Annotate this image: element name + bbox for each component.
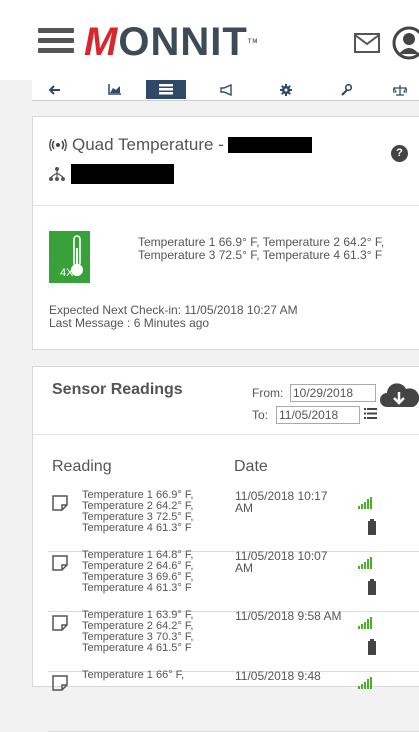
reading-line: Temperature 4 61.3° F <box>82 522 192 534</box>
signal-strength-icon <box>358 617 372 629</box>
reading-value: Temperature 1 66° F, <box>82 670 237 714</box>
panel-divider <box>33 205 419 206</box>
battery-icon <box>368 579 376 595</box>
area-chart-icon <box>108 84 121 95</box>
redacted-sensor-name <box>227 137 312 153</box>
sensor-meta: Expected Next Check-in: 11/05/2018 10:27… <box>49 304 298 330</box>
help-icon[interactable]: ? <box>391 145 408 162</box>
tab-chart[interactable] <box>95 80 135 99</box>
reading-line: Temperature 4 61.3° F <box>82 582 192 594</box>
reading-row[interactable]: Temperature 1 63.9° F, Temperature 2 64.2… <box>48 609 419 672</box>
list-icon <box>159 84 173 95</box>
readings-title: Sensor Readings <box>52 381 183 398</box>
battery-icon <box>368 519 376 535</box>
reading-date: 11/05/2018 9:58 AM <box>235 609 342 623</box>
note-icon[interactable] <box>52 555 68 571</box>
signal-strength-icon <box>358 497 372 509</box>
date-column-header: Date <box>234 458 268 475</box>
sensor-readings-panel: Sensor Readings From: To: Reading Date T… <box>32 366 419 732</box>
from-label: From: <box>252 386 284 400</box>
mail-icon[interactable] <box>354 33 380 53</box>
sensor-nav-bar <box>32 80 419 101</box>
reading-value: Temperature 1 64.8° F, Temperature 2 64.6… <box>82 550 237 594</box>
reading-value: Temperature 1 63.9° F, Temperature 2 64.2… <box>82 610 237 654</box>
note-icon[interactable] <box>52 495 68 511</box>
reading-date: 11/05/2018 9:48 <box>235 669 321 683</box>
arrow-left-icon <box>49 84 60 95</box>
redacted-gateway-name <box>71 164 174 184</box>
to-label: To: <box>252 408 269 422</box>
note-icon[interactable] <box>52 675 68 691</box>
reading-date: 11/05/2018 10:17 AM <box>235 489 328 515</box>
reading-date: 11/05/2018 10:07 AM <box>235 549 328 575</box>
reading-line: Temperature 1 66° F, <box>82 669 185 681</box>
reading-line <box>82 703 237 714</box>
sensor-summary-panel: Quad Temperature - ? 4X Temperature 1 66… <box>32 116 419 350</box>
wrench-icon <box>341 83 352 96</box>
tile-label: 4X <box>60 267 74 279</box>
sensor-status-text: Temperature 1 66.9° F, Temperature 2 64.… <box>138 235 385 262</box>
megaphone-icon <box>220 83 232 96</box>
reading-row[interactable]: Temperature 1 66.9° F, Temperature 2 64.2… <box>48 489 419 552</box>
readings-divider <box>33 434 419 435</box>
tab-list[interactable] <box>146 80 186 99</box>
reading-line: Temperature 4 61.5° F <box>82 642 192 654</box>
hamburger-menu-icon[interactable] <box>38 28 74 54</box>
tab-settings[interactable] <box>266 80 306 99</box>
sensor-title-row: Quad Temperature - <box>49 135 312 155</box>
from-date-input[interactable] <box>290 384 376 402</box>
top-bar: MONNITTM <box>0 0 419 80</box>
cloud-download-icon[interactable] <box>379 381 419 409</box>
sensor-title: Quad Temperature - <box>72 135 224 154</box>
tab-calibrate[interactable] <box>380 80 419 99</box>
network-gateway-icon <box>49 167 65 181</box>
reading-line <box>82 692 237 703</box>
reading-column-header: Reading <box>52 458 112 475</box>
note-icon[interactable] <box>52 615 68 631</box>
sensor-status-tile[interactable]: 4X <box>49 231 90 283</box>
battery-icon <box>368 639 376 655</box>
gear-icon <box>280 83 292 96</box>
date-range-list-icon[interactable] <box>364 408 377 419</box>
wireless-signal-icon <box>49 139 67 151</box>
reading-row[interactable]: Temperature 1 66° F, 11/05/2018 9:48 <box>48 669 419 732</box>
scale-icon <box>393 84 407 96</box>
tab-notifications[interactable] <box>207 80 247 99</box>
back-button[interactable] <box>35 80 75 99</box>
reading-line <box>82 681 237 692</box>
signal-strength-icon <box>358 557 372 569</box>
gateway-row <box>49 164 174 184</box>
to-date-input[interactable] <box>276 406 360 424</box>
monnit-logo[interactable]: MONNITTM <box>84 20 258 64</box>
last-message: Last Message : 6 Minutes ago <box>49 316 210 330</box>
user-avatar-icon[interactable] <box>392 26 419 60</box>
tab-tools[interactable] <box>326 80 366 99</box>
reading-row[interactable]: Temperature 1 64.8° F, Temperature 2 64.6… <box>48 549 419 612</box>
signal-strength-icon <box>358 677 372 689</box>
reading-value: Temperature 1 66.9° F, Temperature 2 64.2… <box>82 490 237 534</box>
